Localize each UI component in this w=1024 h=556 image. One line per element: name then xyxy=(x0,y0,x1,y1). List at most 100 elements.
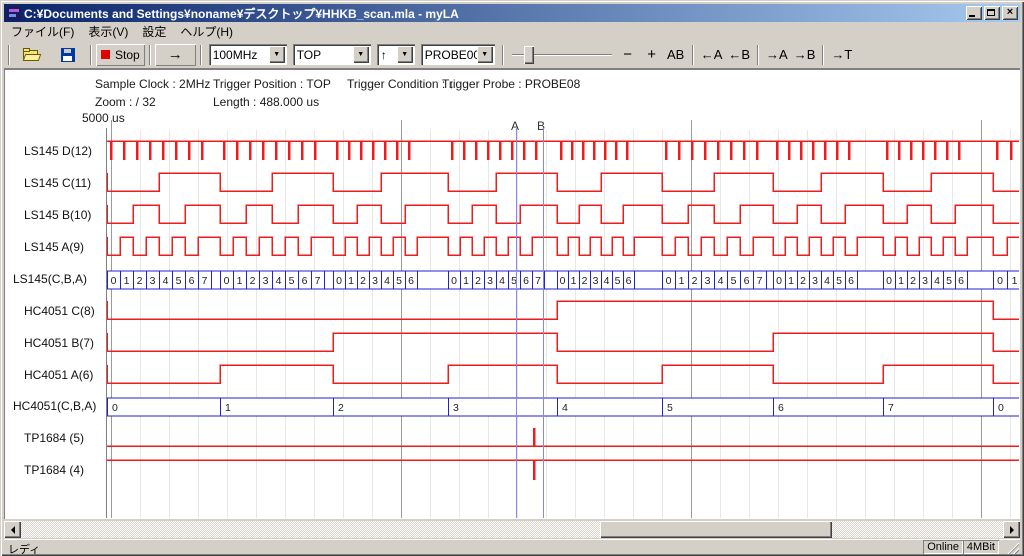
svg-text:0: 0 xyxy=(886,275,892,287)
zoom-label: Zoom : / 32 xyxy=(95,95,156,109)
scroll-left-button[interactable] xyxy=(4,521,21,538)
menu-file[interactable]: ファイル(F) xyxy=(4,21,81,42)
svg-text:0: 0 xyxy=(560,275,566,287)
svg-text:2: 2 xyxy=(338,402,344,414)
goto-cursor-a-left-button[interactable]: ←A xyxy=(698,45,726,64)
svg-text:4: 4 xyxy=(718,275,724,287)
arrow-left-icon xyxy=(7,526,15,534)
trigger-probe-label: Trigger Probe : PROBE08 xyxy=(442,77,580,91)
menu-view[interactable]: 表示(V) xyxy=(81,21,135,42)
maximize-button[interactable] xyxy=(984,6,1000,20)
trigger-edge-combo[interactable]: ↑ ▼ xyxy=(377,44,415,65)
svg-text:4: 4 xyxy=(562,402,568,414)
title-bar[interactable]: C:¥Documents and Settings¥noname¥デスクトップ¥… xyxy=(4,4,1020,22)
svg-text:5: 5 xyxy=(667,402,673,414)
stop-label: Stop xyxy=(115,48,140,62)
svg-text:5: 5 xyxy=(836,275,842,287)
svg-text:4: 4 xyxy=(824,275,830,287)
scroll-right-button[interactable] xyxy=(1003,521,1020,538)
svg-text:6: 6 xyxy=(848,275,854,287)
menu-help[interactable]: ヘルプ(H) xyxy=(173,21,240,42)
goto-cursor-a-right-button[interactable]: →A xyxy=(763,45,791,64)
goto-trigger-button[interactable]: →T xyxy=(828,45,855,64)
toolbar-separator xyxy=(502,45,504,65)
svg-text:3: 3 xyxy=(150,275,156,287)
scrollbar-thumb[interactable] xyxy=(600,521,832,538)
svg-text:1: 1 xyxy=(237,275,243,287)
resize-grip[interactable] xyxy=(1006,541,1019,554)
slider-thumb[interactable] xyxy=(524,46,534,64)
svg-text:0: 0 xyxy=(666,275,672,287)
svg-text:7: 7 xyxy=(757,275,763,287)
toolbar-grip xyxy=(8,45,10,65)
trigger-position-value: TOP xyxy=(293,48,353,62)
svg-text:4: 4 xyxy=(384,275,390,287)
svg-text:1: 1 xyxy=(348,275,354,287)
sample-rate-value: 100MHz xyxy=(209,48,269,62)
stop-button[interactable]: Stop xyxy=(96,44,145,66)
svg-text:3: 3 xyxy=(372,275,378,287)
horizontal-scrollbar[interactable] xyxy=(4,521,1020,538)
svg-text:3: 3 xyxy=(812,275,818,287)
minimize-button[interactable] xyxy=(966,6,982,20)
chevron-down-icon[interactable]: ▼ xyxy=(269,46,285,63)
svg-text:0: 0 xyxy=(776,275,782,287)
trigger-probe-value: PROBE00 xyxy=(421,48,477,62)
channel-label: HC4051 C(8) xyxy=(24,304,95,318)
svg-text:7: 7 xyxy=(535,275,541,287)
goto-cursor-b-right-button[interactable]: →B xyxy=(791,45,819,64)
toolbar-separator xyxy=(822,45,824,65)
trigger-edge-value: ↑ xyxy=(377,48,397,62)
trigger-position-combo[interactable]: TOP ▼ xyxy=(293,44,371,65)
trigger-position-label: Trigger Position : TOP xyxy=(213,77,331,91)
svg-text:1: 1 xyxy=(898,275,904,287)
save-button[interactable] xyxy=(50,44,86,66)
waveform-plot[interactable]: 0123456701234567012345601234567012345601… xyxy=(107,120,1019,518)
svg-text:6: 6 xyxy=(778,402,784,414)
goto-cursor-b-left-button[interactable]: ←B xyxy=(725,45,753,64)
svg-text:4: 4 xyxy=(604,275,610,287)
svg-text:5: 5 xyxy=(946,275,952,287)
trigger-condition-label: Trigger Condition : ↓ xyxy=(347,77,455,91)
svg-text:3: 3 xyxy=(922,275,928,287)
close-button[interactable]: × xyxy=(1002,6,1018,20)
arrow-right-icon xyxy=(1010,526,1018,534)
open-button[interactable] xyxy=(14,44,50,66)
stop-icon xyxy=(101,50,110,59)
toolbar: Stop → 100MHz ▼ TOP ▼ ↑ ▼ PROBE00 ▼ − + xyxy=(4,41,1020,69)
channel-label: HC4051(C,B,A) xyxy=(13,399,96,413)
toolbar-separator xyxy=(757,45,759,65)
svg-text:1: 1 xyxy=(571,275,577,287)
svg-text:0: 0 xyxy=(112,402,118,414)
channel-label: HC4051 B(7) xyxy=(24,336,94,350)
cursor-ab-button[interactable]: AB xyxy=(664,45,688,64)
sample-rate-combo[interactable]: 100MHz ▼ xyxy=(209,44,287,65)
single-run-button[interactable]: → xyxy=(155,44,196,66)
svg-text:7: 7 xyxy=(315,275,321,287)
svg-text:0: 0 xyxy=(224,275,230,287)
svg-text:2: 2 xyxy=(250,275,256,287)
save-floppy-icon xyxy=(61,48,75,62)
svg-text:2: 2 xyxy=(910,275,916,287)
svg-text:1: 1 xyxy=(679,275,685,287)
chevron-down-icon[interactable]: ▼ xyxy=(353,46,369,63)
svg-text:6: 6 xyxy=(626,275,632,287)
status-online-panel: Online xyxy=(923,540,963,554)
toolbar-separator xyxy=(90,45,92,65)
zoom-in-button[interactable]: + xyxy=(640,44,664,65)
chevron-down-icon[interactable]: ▼ xyxy=(397,46,413,63)
svg-text:5: 5 xyxy=(731,275,737,287)
zoom-slider[interactable] xyxy=(512,44,612,66)
trigger-probe-combo[interactable]: PROBE00 ▼ xyxy=(421,44,495,65)
svg-text:3: 3 xyxy=(593,275,599,287)
menu-settings[interactable]: 設定 xyxy=(135,21,173,42)
svg-text:6: 6 xyxy=(408,275,414,287)
chevron-down-icon[interactable]: ▼ xyxy=(477,46,493,63)
svg-text:1: 1 xyxy=(1012,275,1018,287)
svg-text:2: 2 xyxy=(800,275,806,287)
svg-text:4: 4 xyxy=(276,275,282,287)
channel-label: TP1684 (5) xyxy=(24,431,84,445)
svg-text:0: 0 xyxy=(997,275,1003,287)
svg-text:2: 2 xyxy=(475,275,481,287)
zoom-out-button[interactable]: − xyxy=(616,44,640,65)
